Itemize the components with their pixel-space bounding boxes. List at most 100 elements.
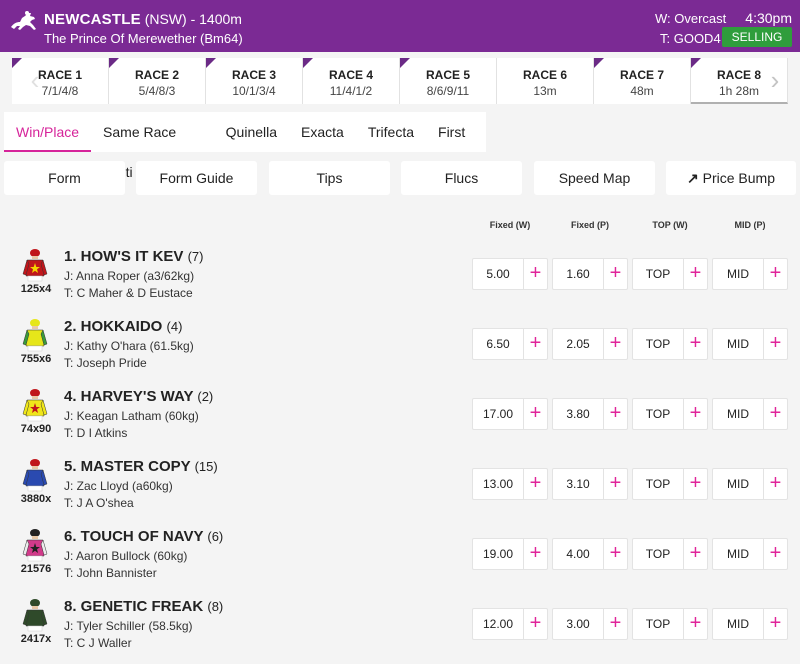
plus-icon[interactable]: +	[523, 469, 547, 499]
fixed-place-button[interactable]: 4.00 +	[552, 538, 628, 570]
top-win-button[interactable]: TOP +	[632, 608, 708, 640]
plus-icon[interactable]: +	[683, 329, 707, 359]
mid-place-button[interactable]: MID +	[712, 608, 788, 640]
plus-icon[interactable]: +	[683, 259, 707, 289]
race-tab-7[interactable]: RACE 7 48m	[594, 58, 691, 104]
runner-jockey: J: Tyler Schiller (58.5kg)	[64, 619, 193, 633]
fixed-place-button[interactable]: 3.10 +	[552, 468, 628, 500]
fixed-win-button[interactable]: 6.50 +	[472, 328, 548, 360]
jockey-silks-icon	[22, 389, 48, 422]
fixed-win-button[interactable]: 12.00 +	[472, 608, 548, 640]
fixed-win-odds: 12.00	[482, 617, 514, 631]
tips-button[interactable]: Tips	[269, 161, 390, 195]
runner-name[interactable]: 8. GENETIC FREAK (8)	[64, 598, 223, 615]
plus-icon[interactable]: +	[683, 469, 707, 499]
top-win-label: TOP	[645, 337, 671, 351]
top-win-label: TOP	[645, 617, 671, 631]
fixed-place-button[interactable]: 3.80 +	[552, 398, 628, 430]
mid-place-label: MID	[727, 267, 749, 281]
race-tab-5[interactable]: RACE 5 8/6/9/11	[400, 58, 497, 104]
race-header: NEWCASTLE (NSW) - 1400m The Prince Of Me…	[0, 0, 800, 52]
race-tab-6[interactable]: RACE 6 13m	[497, 58, 594, 104]
tab-same-race-multi[interactable]: Same Race Multi	[91, 112, 214, 180]
top-win-button[interactable]: TOP +	[632, 258, 708, 290]
fixed-place-button[interactable]: 2.05 +	[552, 328, 628, 360]
race-name: The Prince Of Merewether (Bm64)	[44, 31, 243, 46]
plus-icon[interactable]: +	[603, 329, 627, 359]
runner-name-text: 6. TOUCH OF NAVY	[64, 528, 204, 545]
race-time: 4:30pm	[745, 10, 792, 26]
mid-place-button[interactable]: MID +	[712, 258, 788, 290]
plus-icon[interactable]: +	[523, 399, 547, 429]
flucs-button[interactable]: Flucs	[401, 161, 522, 195]
top-win-button[interactable]: TOP +	[632, 328, 708, 360]
runner-barrier: (6)	[207, 529, 224, 544]
plus-icon[interactable]: +	[763, 469, 787, 499]
plus-icon[interactable]: +	[683, 609, 707, 639]
bet-type-tabs: Win/Place Same Race Multi Quinella Exact…	[4, 112, 486, 180]
race-corner-marker	[109, 58, 119, 68]
mid-place-button[interactable]: MID +	[712, 328, 788, 360]
fixed-place-button[interactable]: 1.60 +	[552, 258, 628, 290]
form-guide-button[interactable]: Form Guide	[136, 161, 257, 195]
col-fixed-win: Fixed (W)	[489, 220, 531, 230]
chevron-left-icon[interactable]: ‹	[24, 58, 46, 104]
fixed-place-button[interactable]: 3.00 +	[552, 608, 628, 640]
fixed-win-odds: 6.50	[486, 337, 510, 351]
runner-name[interactable]: 4. HARVEY'S WAY (2)	[64, 388, 213, 405]
tab-quinella[interactable]: Quinella	[214, 112, 289, 152]
fixed-win-button[interactable]: 19.00 +	[472, 538, 548, 570]
runner-name[interactable]: 6. TOUCH OF NAVY (6)	[64, 528, 223, 545]
form-button[interactable]: Form	[4, 161, 125, 195]
plus-icon[interactable]: +	[523, 329, 547, 359]
tab-win-place[interactable]: Win/Place	[4, 112, 92, 152]
plus-icon[interactable]: +	[603, 609, 627, 639]
runner-name[interactable]: 5. MASTER COPY (15)	[64, 458, 218, 475]
track-condition: T: GOOD4	[660, 31, 721, 46]
runner-trainer: T: John Bannister	[64, 566, 157, 580]
mid-place-button[interactable]: MID +	[712, 538, 788, 570]
speed-map-button[interactable]: Speed Map	[534, 161, 655, 195]
fixed-win-button[interactable]: 13.00 +	[472, 468, 548, 500]
plus-icon[interactable]: +	[763, 329, 787, 359]
plus-icon[interactable]: +	[523, 609, 547, 639]
plus-icon[interactable]: +	[523, 539, 547, 569]
plus-icon[interactable]: +	[763, 259, 787, 289]
race-tab-4[interactable]: RACE 4 11/4/1/2	[303, 58, 400, 104]
col-mid-place: MID (P)	[734, 220, 766, 230]
fixed-win-odds: 5.00	[486, 267, 510, 281]
race-tab-2[interactable]: RACE 2 5/4/8/3	[109, 58, 206, 104]
tab-first-4[interactable]: First 4	[426, 112, 486, 180]
plus-icon[interactable]: +	[763, 399, 787, 429]
jockey-silks-icon	[22, 249, 48, 282]
top-win-button[interactable]: TOP +	[632, 538, 708, 570]
race-selector: RACE 1 7/1/4/8 RACE 2 5/4/8/3 RACE 3 10/1/3…	[12, 58, 788, 104]
runner-trainer: T: J A O'shea	[64, 496, 134, 510]
plus-icon[interactable]: +	[603, 399, 627, 429]
mid-place-button[interactable]: MID +	[712, 398, 788, 430]
race-tab-3[interactable]: RACE 3 10/1/3/4	[206, 58, 303, 104]
tab-exacta[interactable]: Exacta	[289, 112, 356, 152]
tab-trifecta[interactable]: Trifecta	[356, 112, 426, 152]
runner-row: 74x90 4. HARVEY'S WAY (2) J: Keagan Latham…	[0, 384, 800, 454]
mid-place-button[interactable]: MID +	[712, 468, 788, 500]
plus-icon[interactable]: +	[683, 539, 707, 569]
race-label: RACE 7	[619, 68, 664, 82]
top-win-button[interactable]: TOP +	[632, 468, 708, 500]
price-bump-button[interactable]: ↗ Price Bump	[666, 161, 796, 195]
runner-name[interactable]: 1. HOW'S IT KEV (7)	[64, 248, 203, 265]
plus-icon[interactable]: +	[603, 259, 627, 289]
fixed-win-button[interactable]: 5.00 +	[472, 258, 548, 290]
runner-name[interactable]: 2. HOKKAIDO (4)	[64, 318, 182, 335]
plus-icon[interactable]: +	[603, 539, 627, 569]
price-bump-label: Price Bump	[702, 170, 775, 186]
top-win-button[interactable]: TOP +	[632, 398, 708, 430]
plus-icon[interactable]: +	[683, 399, 707, 429]
fixed-win-button[interactable]: 17.00 +	[472, 398, 548, 430]
plus-icon[interactable]: +	[603, 469, 627, 499]
chevron-right-icon[interactable]: ›	[764, 58, 786, 104]
runner-jockey: J: Kathy O'hara (61.5kg)	[64, 339, 194, 353]
plus-icon[interactable]: +	[763, 539, 787, 569]
plus-icon[interactable]: +	[763, 609, 787, 639]
plus-icon[interactable]: +	[523, 259, 547, 289]
